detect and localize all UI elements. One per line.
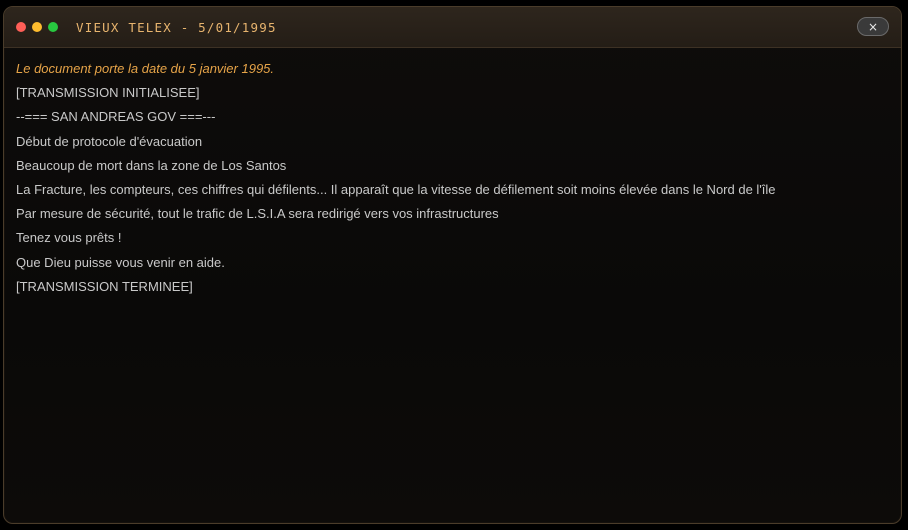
minimize-dot-icon[interactable]: [32, 22, 42, 32]
message-line: Début de protocole d'évacuation: [16, 133, 203, 149]
message-line: [TRANSMISSION TERMINEE]: [16, 278, 193, 294]
window-controls: [16, 22, 64, 32]
message-line: Tenez vous prêts !: [16, 230, 122, 246]
window-title: VIEUX TELEX - 5/01/1995: [76, 19, 277, 35]
message-line: Que Dieu puisse vous venir en aide.: [16, 254, 225, 270]
document-date-note: Le document porte la date du 5 janvier 1…: [16, 61, 275, 76]
maximize-dot-icon[interactable]: [48, 22, 58, 32]
message-line: --=== SAN ANDREAS GOV ===---: [16, 109, 216, 125]
close-icon: ×: [867, 19, 879, 34]
message-line: Par mesure de sécurité, tout le trafic d…: [16, 206, 499, 222]
telex-message: Le document porte la date du 5 janvier 1…: [16, 57, 889, 513]
title-bar[interactable]: VIEUX TELEX - 5/01/1995 ×: [4, 7, 901, 48]
message-line: [TRANSMISSION INITIALISEE]: [16, 85, 200, 101]
message-line: La Fracture, les compteurs, ces chiffres…: [16, 181, 776, 197]
close-dot-icon[interactable]: [16, 22, 26, 32]
message-line: Beaucoup de mort dans la zone de Los San…: [16, 157, 287, 173]
telex-window: VIEUX TELEX - 5/01/1995 × Le document po…: [3, 6, 902, 524]
close-button[interactable]: ×: [857, 17, 889, 36]
